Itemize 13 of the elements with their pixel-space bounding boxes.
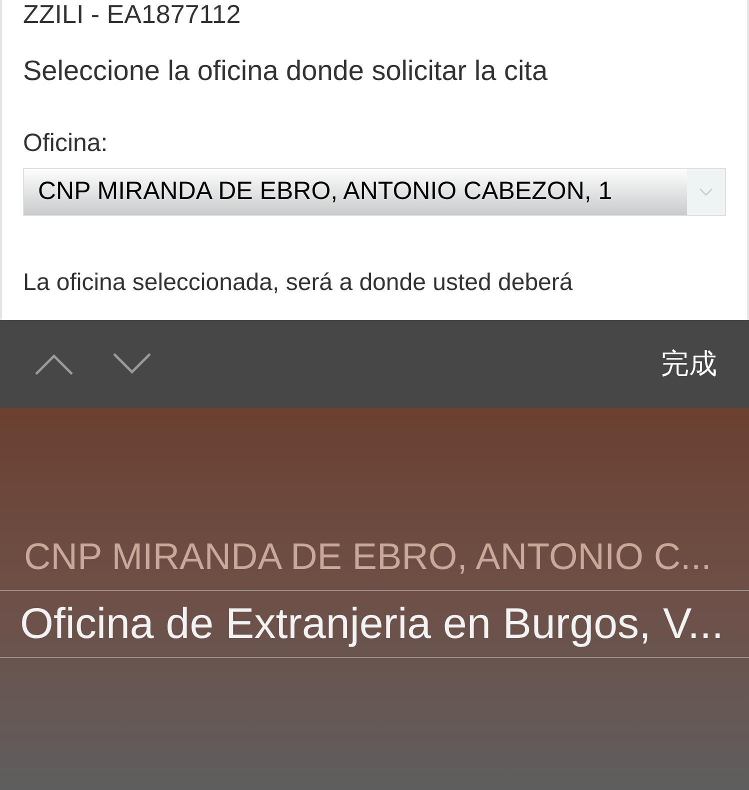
office-label: Oficina: <box>23 128 109 158</box>
heading: Seleccione la oficina donde solicitar la cita <box>23 54 549 88</box>
chevron-up-icon <box>35 353 73 375</box>
picker-wheel[interactable]: CNP MIRANDA DE EBRO, ANTONIO C... Oficina de Extranjeria en Burgos, V... <box>0 408 749 790</box>
picker-option[interactable]: Oficina de Extranjeria en Burgos, V... <box>0 590 749 658</box>
chevron-down-icon <box>113 353 151 375</box>
chevron-down-icon <box>699 188 713 196</box>
note-text: La oficina seleccionada, será a donde usted deberá <box>23 268 574 298</box>
office-select[interactable]: CNP MIRANDA DE EBRO, ANTONIO CABEZON, 1 <box>23 168 726 216</box>
picker-option[interactable]: CNP MIRANDA DE EBRO, ANTONIO C... <box>0 538 749 590</box>
done-button[interactable]: 完成 <box>661 347 717 381</box>
reference-text: ZZILI - EA1877112 <box>23 0 242 28</box>
select-value: CNP MIRANDA DE EBRO, ANTONIO CABEZON, 1 <box>37 176 614 208</box>
